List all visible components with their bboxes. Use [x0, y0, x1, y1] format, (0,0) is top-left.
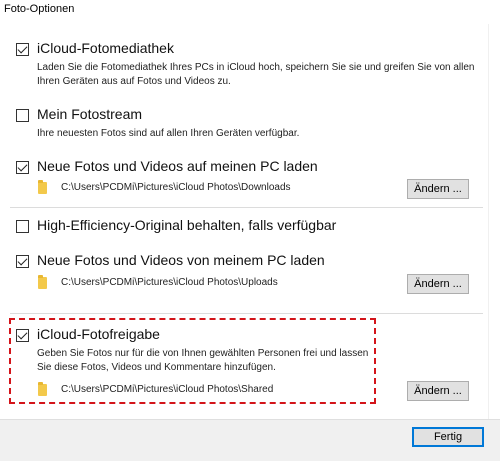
checkbox-icloud-photo-library[interactable]	[16, 43, 29, 56]
scrollbar[interactable]	[488, 24, 500, 419]
checkbox-upload-new-photos[interactable]	[16, 255, 29, 268]
checkbox-my-photo-stream[interactable]	[16, 109, 29, 122]
upload-path: C:\Users\PCDMi\Pictures\iCloud Photos\Up…	[61, 277, 278, 288]
option-title: iCloud-Fotomediathek	[37, 40, 174, 56]
option-description: Laden Sie die Fotomediathek Ihres PCs in…	[37, 62, 475, 87]
checkbox-keep-high-efficiency[interactable]	[16, 220, 29, 233]
checkbox-download-new-photos[interactable]	[16, 161, 29, 174]
divider	[10, 313, 483, 314]
checkmark-icon	[17, 255, 28, 266]
option-title: High-Efficiency-Original behalten, falls…	[37, 217, 337, 233]
window-title: Foto-Optionen	[4, 3, 75, 15]
change-shared-path-button[interactable]: Ändern ...	[407, 381, 469, 401]
checkmark-icon	[17, 43, 28, 54]
change-upload-path-button[interactable]: Ändern ...	[407, 274, 469, 294]
folder-icon	[38, 275, 47, 289]
download-path: C:\Users\PCDMi\Pictures\iCloud Photos\Do…	[61, 182, 291, 193]
change-download-path-button[interactable]: Ändern ...	[407, 179, 469, 199]
folder-icon	[38, 180, 47, 194]
divider	[10, 207, 483, 208]
done-button[interactable]: Fertig	[412, 427, 484, 447]
option-description: Ihre neuesten Fotos sind auf allen Ihren…	[37, 128, 300, 139]
option-title: Neue Fotos und Videos von meinem PC lade…	[37, 252, 325, 268]
checkmark-icon	[17, 161, 28, 172]
option-title: Mein Fotostream	[37, 106, 143, 122]
dialog-footer: Fertig	[0, 419, 500, 461]
option-title: Neue Fotos und Videos auf meinen PC lade…	[37, 158, 318, 174]
highlight-annotation-box	[9, 318, 376, 404]
